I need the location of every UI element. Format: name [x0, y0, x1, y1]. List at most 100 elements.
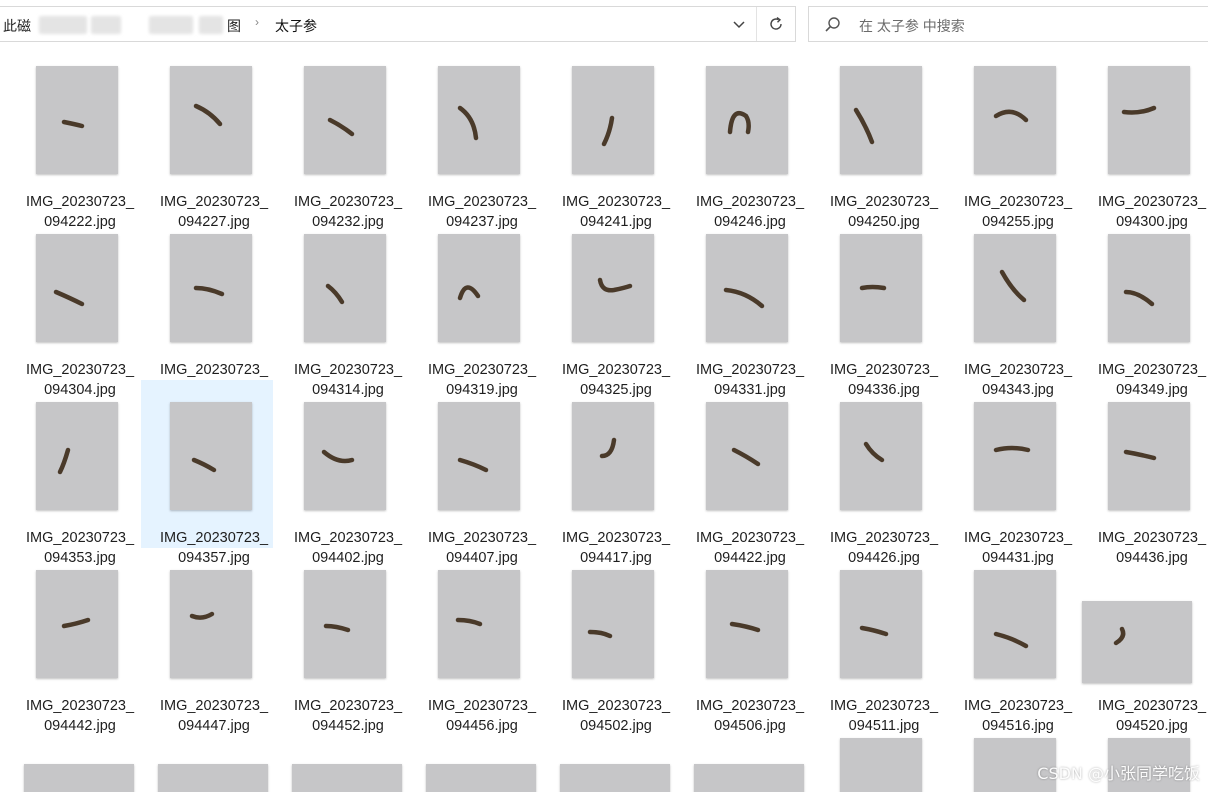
search-input[interactable]: 在 太子参 中搜索	[808, 6, 1208, 42]
file-name[interactable]: IMG_20230723_ 094246.jpg	[680, 192, 820, 232]
file-name[interactable]: IMG_20230723_ 094232.jpg	[278, 192, 418, 232]
breadcrumb-parent[interactable]: 图	[227, 16, 241, 36]
image-thumbnail[interactable]	[694, 764, 804, 792]
image-thumbnail[interactable]	[304, 570, 386, 678]
image-thumbnail[interactable]	[438, 570, 520, 678]
image-thumbnail[interactable]	[840, 234, 922, 342]
file-item[interactable]: IMG_20230723_ 094246.jpg	[684, 60, 816, 230]
file-name[interactable]: IMG_20230723_ 094325.jpg	[546, 360, 686, 400]
file-item[interactable]: IMG_20230723_ 094402.jpg	[282, 396, 414, 566]
image-thumbnail[interactable]	[36, 402, 118, 510]
file-item[interactable]: IMG_20230723_ 094436.jpg	[1086, 396, 1208, 566]
image-thumbnail[interactable]	[974, 570, 1056, 678]
file-name[interactable]: IMG_20230723_ 094436.jpg	[1082, 528, 1208, 568]
image-thumbnail[interactable]	[706, 570, 788, 678]
image-thumbnail[interactable]	[706, 66, 788, 174]
image-thumbnail[interactable]	[438, 234, 520, 342]
image-thumbnail[interactable]	[706, 402, 788, 510]
file-item[interactable]: IMG_20230723_ 094336.jpg	[818, 228, 950, 398]
file-item[interactable]: IMG_20230723_ 094357.jpg	[141, 380, 273, 566]
image-thumbnail[interactable]	[840, 570, 922, 678]
file-item[interactable]: IMG_20230723_ 094431.jpg	[952, 396, 1084, 566]
file-item[interactable]: IMG_20230723_ 094241.jpg	[550, 60, 682, 230]
file-name[interactable]: IMG_20230723_ 094511.jpg	[814, 696, 954, 736]
file-name[interactable]: IMG_20230723_ 094426.jpg	[814, 528, 954, 568]
image-thumbnail[interactable]	[36, 66, 118, 174]
file-name[interactable]: IMG_20230723_ 094227.jpg	[144, 192, 284, 232]
file-item[interactable]: IMG_20230723_ 094516.jpg	[952, 564, 1084, 734]
file-name[interactable]: IMG_20230723_ 094452.jpg	[278, 696, 418, 736]
file-item[interactable]: IMG_20230723_ 094456.jpg	[416, 564, 548, 734]
file-name[interactable]: IMG_20230723_ 094516.jpg	[948, 696, 1088, 736]
file-item[interactable]: IMG_20230723_ 094520.jpg	[1082, 564, 1208, 734]
image-thumbnail[interactable]	[1108, 234, 1190, 342]
image-thumbnail[interactable]	[572, 66, 654, 174]
file-name[interactable]: IMG_20230723_ 094520.jpg	[1082, 696, 1208, 736]
file-item[interactable]: IMG_20230723_ 094331.jpg	[684, 228, 816, 398]
file-item[interactable]: IMG_20230723_ 094227.jpg	[148, 60, 280, 230]
file-item[interactable]: IMG_20230723_ 094325.jpg	[550, 228, 682, 398]
image-thumbnail[interactable]	[36, 570, 118, 678]
image-thumbnail[interactable]	[560, 764, 670, 792]
image-thumbnail[interactable]	[840, 738, 922, 792]
file-item[interactable]: IMG_20230723_ 094426.jpg	[818, 396, 950, 566]
file-item[interactable]: IMG_20230723_ 094452.jpg	[282, 564, 414, 734]
breadcrumb-root[interactable]: 此磁	[3, 16, 31, 36]
file-name[interactable]: IMG_20230723_ 094319.jpg	[412, 360, 552, 400]
file-item[interactable]: IMG_20230723_ 094222.jpg	[14, 60, 146, 230]
image-thumbnail[interactable]	[1108, 66, 1190, 174]
image-thumbnail[interactable]	[304, 66, 386, 174]
image-thumbnail[interactable]	[438, 402, 520, 510]
chevron-down-icon[interactable]	[723, 7, 755, 41]
file-item[interactable]: IMG_20230723_ 094300.jpg	[1086, 60, 1208, 230]
image-thumbnail[interactable]	[572, 570, 654, 678]
file-name[interactable]: IMG_20230723_ 094349.jpg	[1082, 360, 1208, 400]
file-name[interactable]: IMG_20230723_ 094402.jpg	[278, 528, 418, 568]
file-name[interactable]: IMG_20230723_ 094304.jpg	[10, 360, 150, 400]
file-name[interactable]: IMG_20230723_ 094502.jpg	[546, 696, 686, 736]
file-item[interactable]: IMG_20230723_ 094343.jpg	[952, 228, 1084, 398]
image-thumbnail[interactable]	[1082, 601, 1192, 683]
file-item[interactable]: IMG_20230723_ 094447.jpg	[148, 564, 280, 734]
image-thumbnail[interactable]	[304, 234, 386, 342]
file-item[interactable]: IMG_20230723_ 094304.jpg	[14, 228, 146, 398]
image-thumbnail[interactable]	[24, 764, 134, 792]
image-thumbnail[interactable]	[974, 402, 1056, 510]
file-item[interactable]: IMG_20230723_ 094502.jpg	[550, 564, 682, 734]
file-name[interactable]: IMG_20230723_ 094331.jpg	[680, 360, 820, 400]
file-name[interactable]: IMG_20230723_ 094456.jpg	[412, 696, 552, 736]
file-item[interactable]: IMG_20230723_ 094422.jpg	[684, 396, 816, 566]
file-name[interactable]: IMG_20230723_ 094506.jpg	[680, 696, 820, 736]
file-item[interactable]: IMG_20230723_ 094353.jpg	[14, 396, 146, 566]
file-grid[interactable]: IMG_20230723_ 094222.jpg IMG_20230723_ 0942…	[0, 50, 1208, 792]
file-name[interactable]: IMG_20230723_ 094422.jpg	[680, 528, 820, 568]
image-thumbnail[interactable]	[170, 66, 252, 174]
file-item[interactable]: IMG_20230723_ 094506.jpg	[684, 564, 816, 734]
file-name[interactable]: IMG_20230723_ 094431.jpg	[948, 528, 1088, 568]
image-thumbnail[interactable]	[840, 66, 922, 174]
file-item[interactable]: IMG_20230723_ 094511.jpg	[818, 564, 950, 734]
file-name[interactable]: IMG_20230723_ 094250.jpg	[814, 192, 954, 232]
file-name[interactable]: IMG_20230723_ 094314.jpg	[278, 360, 418, 400]
image-thumbnail[interactable]	[572, 402, 654, 510]
file-name[interactable]: IMG_20230723_ 094222.jpg	[10, 192, 150, 232]
image-thumbnail[interactable]	[840, 402, 922, 510]
file-name[interactable]: IMG_20230723_ 094357.jpg	[144, 528, 284, 568]
file-item[interactable]: IMG_20230723_ 094232.jpg	[282, 60, 414, 230]
image-thumbnail[interactable]	[170, 402, 252, 510]
file-name[interactable]: IMG_20230723_ 094255.jpg	[948, 192, 1088, 232]
image-thumbnail[interactable]	[572, 234, 654, 342]
file-item[interactable]: IMG_20230723_ 094349.jpg	[1086, 228, 1208, 398]
file-name[interactable]: IMG_20230723_ 094237.jpg	[412, 192, 552, 232]
file-item[interactable]: IMG_20230723_ 094407.jpg	[416, 396, 548, 566]
file-name[interactable]: IMG_20230723_ 094407.jpg	[412, 528, 552, 568]
image-thumbnail[interactable]	[158, 764, 268, 792]
image-thumbnail[interactable]	[706, 234, 788, 342]
file-name[interactable]: IMG_20230723_ 094300.jpg	[1082, 192, 1208, 232]
file-item[interactable]: IMG_20230723_ 094442.jpg	[14, 564, 146, 734]
refresh-icon[interactable]	[757, 7, 795, 41]
file-item[interactable]: IMG_20230723_ 094417.jpg	[550, 396, 682, 566]
image-thumbnail[interactable]	[304, 402, 386, 510]
file-item[interactable]: IMG_20230723_ 094314.jpg	[282, 228, 414, 398]
file-name[interactable]: IMG_20230723_ 094353.jpg	[10, 528, 150, 568]
